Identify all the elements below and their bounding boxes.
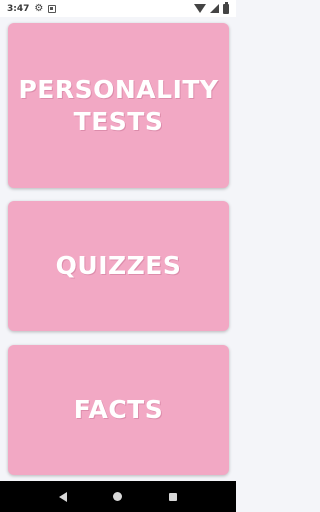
battery-icon [223,1,229,14]
notification-box-icon [48,4,57,13]
wifi-icon [194,4,206,13]
quizzes-label: QUIZZES [55,251,182,280]
gear-icon: ⚙ [34,2,44,14]
home-icon [113,492,123,501]
back-button[interactable] [48,482,78,512]
signal-icon [210,4,219,13]
personality-tests-card[interactable]: PERSONALITY TESTS [8,23,229,188]
back-icon [59,491,68,502]
facts-card[interactable]: FACTS [8,345,229,475]
status-left: 3:47 ⚙ [7,2,57,14]
recents-icon [168,492,177,501]
recents-button[interactable] [158,482,188,512]
personality-tests-label: PERSONALITY TESTS [18,74,219,136]
status-time: 3:47 [7,3,30,14]
facts-label: FACTS [73,395,164,424]
status-bar: 3:47 ⚙ [0,0,236,17]
home-button[interactable] [103,482,133,512]
navigation-bar [0,481,236,512]
quizzes-card[interactable]: QUIZZES [8,201,229,331]
status-right [194,1,229,14]
